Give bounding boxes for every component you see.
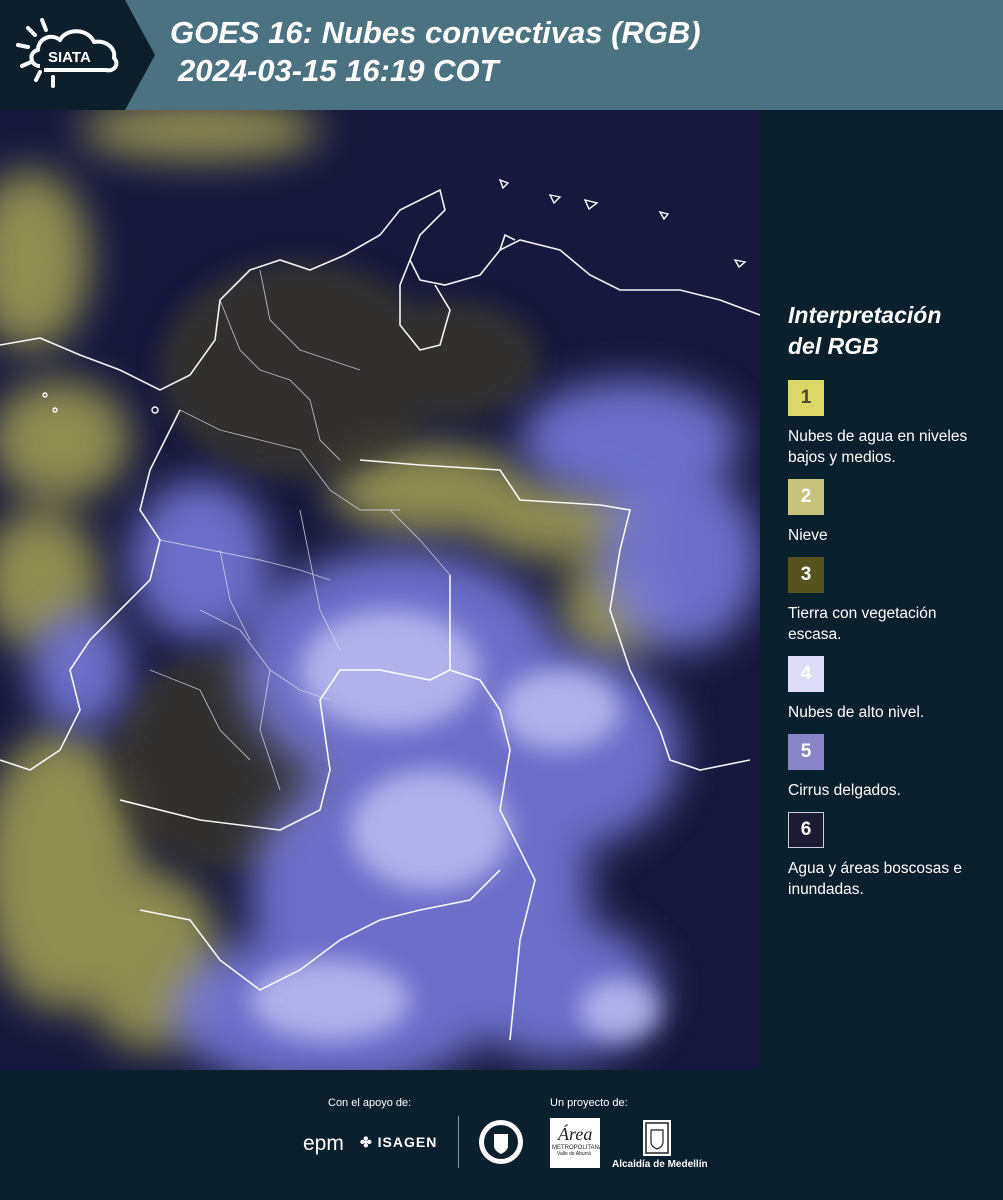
legend-title-line-2: del RGB <box>788 333 879 359</box>
footer: Con el apoyo de: Un proyecto de: epm ✤ I… <box>0 1070 1003 1200</box>
area-metropolitana-logo-text: Área <box>558 1124 593 1144</box>
legend-item: 3 Tierra con vegetación escasa. <box>788 557 988 645</box>
legend-swatch: 2 <box>788 479 824 515</box>
footer-divider <box>458 1116 459 1168</box>
legend-item: 5 Cirrus delgados. <box>788 734 988 801</box>
legend-label: Cirrus delgados. <box>788 782 901 799</box>
epm-logo-text: epm <box>303 1132 344 1155</box>
legend-swatch: 1 <box>788 380 824 416</box>
legend-label: Tierra con vegetación escasa. <box>788 605 937 643</box>
legend-item: 4 Nubes de alto nivel. <box>788 656 988 723</box>
legend-swatch: 5 <box>788 734 824 770</box>
project-label: Un proyecto de: <box>550 1097 628 1109</box>
legend-item: 2 Nieve <box>788 479 988 546</box>
siata-logo: SIATA <box>0 0 155 110</box>
medellin-seal-logo <box>477 1118 525 1166</box>
title-line-1: GOES 16: Nubes convectivas (RGB) <box>170 15 701 50</box>
header-bar: SIATA GOES 16: Nubes convectivas (RGB) 2… <box>0 0 1003 110</box>
legend-label: Agua y áreas boscosas e inundadas. <box>788 860 963 898</box>
svg-text:SIATA: SIATA <box>48 49 91 66</box>
legend-title: Interpretación del RGB <box>788 300 988 362</box>
legend-title-line-1: Interpretación <box>788 302 942 328</box>
isagen-logo-text: ISAGEN <box>377 1134 438 1150</box>
satellite-image <box>0 110 760 1070</box>
area-metropolitana-sub2: Valle de Aburrá <box>557 1151 591 1157</box>
isagen-logo: ✤ ISAGEN <box>360 1134 437 1151</box>
legend-swatch: 6 <box>788 812 824 848</box>
support-label: Con el apoyo de: <box>328 1097 412 1109</box>
legend-label: Nieve <box>788 527 828 544</box>
isagen-icon: ✤ <box>360 1134 373 1150</box>
legend-swatch: 4 <box>788 656 824 692</box>
legend-label: Nubes de alto nivel. <box>788 704 925 721</box>
title-line-2: 2024-03-15 16:19 COT <box>178 53 499 88</box>
page-title: GOES 16: Nubes convectivas (RGB) 2024-03… <box>170 14 701 90</box>
area-metropolitana-logo: Área METROPOLITANA Valle de Aburrá <box>550 1118 603 1168</box>
alcaldia-label: Alcaldía de Medellín <box>612 1159 708 1170</box>
legend-item: 1 Nubes de agua en niveles bajos y medios… <box>788 380 988 468</box>
legend-swatch: 3 <box>788 557 824 593</box>
epm-logo: epm <box>303 1132 344 1156</box>
legend-item: 6 Agua y áreas boscosas e inundadas. <box>788 812 988 900</box>
legend-label: Nubes de agua en niveles bajos y medios. <box>788 428 968 466</box>
rgb-legend: Interpretación del RGB 1 Nubes de agua en… <box>788 300 988 900</box>
alcaldia-coat-of-arms-icon <box>643 1120 671 1156</box>
